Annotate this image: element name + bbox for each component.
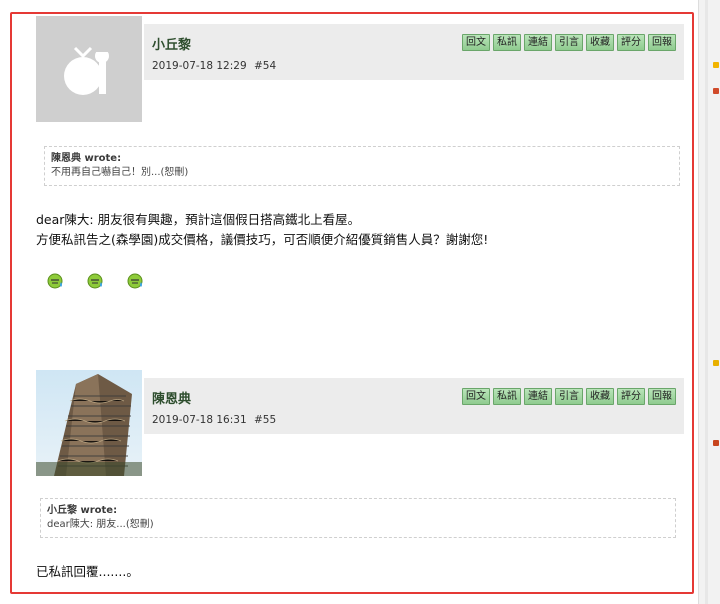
quote-button[interactable]: 引言 — [555, 34, 583, 51]
default-avatar[interactable] — [36, 16, 142, 122]
default-user-icon — [64, 46, 110, 95]
user-avatar[interactable] — [36, 370, 142, 476]
link-button[interactable]: 連結 — [524, 388, 552, 405]
reply-button[interactable]: 回文 — [462, 34, 490, 51]
post-meta: 2019-07-18 12:29 #54 — [152, 60, 276, 72]
post-header: 陳恩典 2019-07-18 16:31 #55 回文 私訊 連結 引言 收藏 … — [144, 378, 684, 434]
rate-button[interactable]: 評分 — [617, 388, 645, 405]
post-header: 小丘黎 2019-07-18 12:29 #54 回文 私訊 連結 引言 收藏 … — [144, 24, 684, 80]
page-scroll-edge — [698, 0, 720, 604]
author-name[interactable]: 陳恩典 — [152, 388, 191, 407]
quote-block: 小丘黎 wrote: dear陳大: 朋友...(恕刪) — [40, 498, 676, 538]
emoji-row — [46, 270, 166, 292]
quote-body: dear陳大: 朋友...(恕刪) — [47, 519, 154, 530]
post-body-line: dear陳大: 朋友很有興趣，預計這個假日搭高鐵北上看屋。 — [36, 212, 361, 227]
private-message-button[interactable]: 私訊 — [493, 388, 521, 405]
post-body: 已私訊回覆.......。 — [36, 562, 139, 582]
post-number[interactable]: #54 — [254, 60, 276, 72]
sweat-smile-icon — [47, 273, 63, 289]
building-photo-avatar — [36, 370, 142, 476]
quote-block: 陳恩典 wrote: 不用再自己嚇自己！別...(恕刪) — [44, 146, 680, 186]
bookmark-button[interactable]: 收藏 — [586, 34, 614, 51]
report-button[interactable]: 回報 — [648, 388, 676, 405]
post-datetime: 2019-07-18 12:29 — [152, 60, 247, 72]
bookmark-button[interactable]: 收藏 — [586, 388, 614, 405]
quote-button[interactable]: 引言 — [555, 388, 583, 405]
quote-header: 小丘黎 wrote: — [47, 505, 118, 516]
private-message-button[interactable]: 私訊 — [493, 34, 521, 51]
post-datetime: 2019-07-18 16:31 — [152, 414, 247, 426]
link-button[interactable]: 連結 — [524, 34, 552, 51]
post-meta: 2019-07-18 16:31 #55 — [152, 414, 276, 426]
post-body: dear陳大: 朋友很有興趣，預計這個假日搭高鐵北上看屋。 方便私訊告之(森學園… — [36, 210, 488, 250]
rate-button[interactable]: 評分 — [617, 34, 645, 51]
quote-header: 陳恩典 wrote: — [51, 153, 122, 164]
sweat-smile-icon — [127, 273, 143, 289]
post-actions: 回文 私訊 連結 引言 收藏 評分 回報 — [462, 388, 676, 405]
report-button[interactable]: 回報 — [648, 34, 676, 51]
post-body-line: 已私訊回覆.......。 — [36, 564, 139, 579]
quote-body: 不用再自己嚇自己！別...(恕刪) — [51, 167, 189, 178]
post-number[interactable]: #55 — [254, 414, 276, 426]
post-body-line: 方便私訊告之(森學園)成交價格，議價技巧，可否順便介紹優質銷售人員？謝謝您! — [36, 232, 489, 247]
post-actions: 回文 私訊 連結 引言 收藏 評分 回報 — [462, 34, 676, 51]
sweat-smile-icon — [87, 273, 103, 289]
reply-button[interactable]: 回文 — [462, 388, 490, 405]
author-name[interactable]: 小丘黎 — [152, 34, 191, 53]
